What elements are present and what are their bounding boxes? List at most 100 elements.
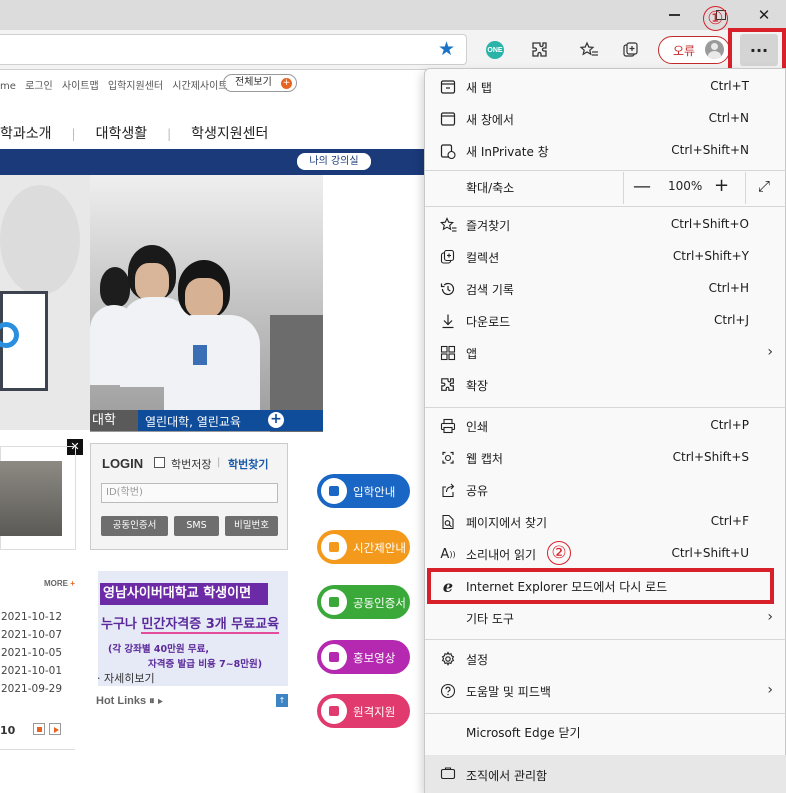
new-tab-icon (439, 78, 457, 96)
menu-item-downloads[interactable]: 다운로드 Ctrl+J (425, 306, 786, 338)
menu-item-apps[interactable]: 앱 › (425, 338, 786, 370)
certificate-login-button[interactable]: 공동인증서 (101, 516, 168, 536)
hot-links-label[interactable]: Hot Links ⏸ ▸ (96, 695, 163, 708)
favorite-star-icon[interactable]: ★ (438, 38, 455, 60)
menu-item-new-tab[interactable]: 새 탭 Ctrl+T (425, 72, 786, 104)
remote-support-button[interactable]: 원격지원 (317, 694, 410, 728)
save-id-label: 학번저장 (171, 458, 212, 471)
download-icon (439, 312, 457, 330)
list-item-date: 2021-10-01 (1, 665, 63, 677)
hero-slogan: 열린대학, 열린교육 (145, 415, 241, 429)
web-capture-icon (439, 449, 457, 467)
onenote-extension-icon[interactable]: ONE (483, 38, 507, 62)
monitor-icon (321, 698, 347, 724)
zoom-in-button[interactable]: + (714, 175, 729, 196)
parttime-info-button[interactable]: 시간제안내 (317, 530, 410, 564)
menu-item-new-inprivate[interactable]: 새 InPrivate 창 Ctrl+Shift+N (425, 136, 786, 168)
favorites-list-icon[interactable] (577, 38, 601, 62)
zoom-out-button[interactable]: — (633, 176, 651, 197)
menu-item-managed-by-org[interactable]: 조직에서 관리함 (425, 755, 786, 793)
certificate-button[interactable]: 공동인증서 (317, 585, 410, 619)
promo-video-button[interactable]: 홍보영상 (317, 640, 410, 674)
promo-banner[interactable]: 영남사이버대학교 학생이면 누구나 민간자격증 3개 무료교육 (각 강좌별 4… (98, 571, 288, 686)
banner-subtext: (각 강좌별 40만원 무료, (108, 644, 210, 655)
hero-plus-icon[interactable]: + (268, 412, 284, 428)
more-link[interactable]: MORE + (44, 579, 75, 588)
zoom-level: 100% (668, 179, 703, 193)
share-icon (439, 481, 457, 499)
sms-login-button[interactable]: SMS (174, 516, 219, 536)
extensions-icon[interactable] (528, 38, 552, 62)
top-link-admission[interactable]: 입학지원센터 (108, 81, 163, 92)
list-item-date: 2021-10-07 (1, 629, 63, 641)
my-lecture-button[interactable]: 나의 강의실 (297, 153, 371, 170)
profile-error-button[interactable]: 오류 (658, 36, 730, 64)
banner-subtext: 자격증 발급 비용 7~8만원) (148, 659, 263, 670)
id-input[interactable]: ID(학번) (101, 483, 278, 503)
banner-more-link[interactable]: · 자세히보기 (97, 670, 155, 686)
browser-toolbar: ★ ONE 오류 ··· (0, 30, 786, 70)
menu-item-close-edge[interactable]: Microsoft Edge 닫기 (425, 717, 786, 749)
annotation-highlight-box-2 (427, 568, 774, 604)
menu-item-new-window[interactable]: 새 창에서 Ctrl+N (425, 104, 786, 136)
menu-item-help[interactable]: 도움말 및 피드백 › (425, 676, 786, 708)
menu-item-collections[interactable]: 컬렉션 Ctrl+Shift+Y (425, 242, 786, 274)
nav-dept-intro[interactable]: 학과소개 (0, 126, 52, 142)
minimize-icon (668, 14, 680, 16)
news-photo[interactable] (0, 461, 62, 536)
top-link-parttime[interactable]: 시간제사이트 (172, 81, 227, 92)
settings-and-more-menu: 새 탭 Ctrl+T 새 창에서 Ctrl+N 새 InPrivate 창 Ct… (424, 68, 786, 793)
all-view-button[interactable]: 전체보기 + (223, 74, 297, 92)
stop-button[interactable] (33, 723, 45, 735)
menu-item-zoom: 확대/축소 — 100% + ⤢ (425, 172, 786, 204)
find-id-link[interactable]: 학번찾기 (228, 456, 268, 472)
history-icon (439, 280, 457, 298)
fullscreen-icon[interactable]: ⤢ (758, 177, 770, 195)
find-on-page-icon (439, 513, 457, 531)
extensions-icon (439, 376, 457, 394)
menu-item-favorites[interactable]: 즐겨찾기 Ctrl+Shift+O (425, 210, 786, 242)
menu-item-find[interactable]: 페이지에서 찾기 Ctrl+F (425, 507, 786, 539)
banner-main-text: 누구나 민간자격증 3개 무료교육 (101, 617, 280, 634)
close-icon: ✕ (757, 6, 771, 24)
list-item-date: 2021-10-05 (1, 647, 63, 659)
menu-item-more-tools[interactable]: 기타 도구 › (425, 603, 786, 635)
save-id-checkbox[interactable] (154, 457, 165, 468)
top-link-sitemap[interactable]: 사이트맵 (62, 81, 99, 92)
list-item-date: 2021-09-29 (1, 683, 63, 695)
menu-item-history[interactable]: 검색 기록 Ctrl+H (425, 274, 786, 306)
top-link-home[interactable]: me (0, 81, 16, 92)
minimize-button[interactable] (654, 0, 694, 30)
menu-item-extensions[interactable]: 확장 (425, 370, 786, 402)
address-bar[interactable] (0, 34, 467, 65)
title-bar: ✕ (0, 0, 786, 30)
ie-notice-panel (0, 175, 90, 430)
collections-icon[interactable] (619, 38, 643, 62)
hero-image (90, 175, 323, 432)
admission-info-button[interactable]: 입학안내 (317, 474, 410, 508)
main-nav: 학과소개 | 대학생활 | 학생지원센터 (0, 126, 269, 142)
webpage-content: me 로그인 사이트맵 입학지원센터 시간제사이트 전체보기 + 학과소개 | 대학… (0, 71, 424, 793)
menu-item-settings[interactable]: 설정 (425, 644, 786, 676)
login-box: LOGIN 학번저장 | 학번찾기 ID(학번) 공동인증서 SMS 비밀번호 (90, 443, 288, 550)
monitor-illustration (0, 291, 48, 391)
next-button[interactable] (49, 723, 61, 735)
nav-campus-life[interactable]: 대학생활 (96, 126, 148, 142)
top-link-login[interactable]: 로그인 (25, 81, 53, 92)
apps-icon (439, 344, 457, 362)
nav-student-support[interactable]: 학생지원센터 (191, 126, 268, 142)
banner-headline: 영남사이버대학교 학생이면 (100, 583, 268, 605)
menu-item-read-aloud[interactable]: A)) 소리내어 읽기 Ctrl+Shift+U (425, 539, 786, 571)
lock-icon (321, 589, 347, 615)
menu-item-share[interactable]: 공유 (425, 475, 786, 507)
password-login-button[interactable]: 비밀번호 (225, 516, 278, 536)
favorites-icon (439, 216, 457, 234)
close-window-button[interactable]: ✕ (744, 0, 784, 30)
scroll-top-icon[interactable]: ↑ (276, 694, 288, 707)
menu-item-print[interactable]: 인쇄 Ctrl+P (425, 411, 786, 443)
chevron-right-icon: › (767, 609, 773, 625)
gear-icon (439, 650, 457, 668)
help-icon (439, 682, 457, 700)
avatar (705, 40, 724, 59)
menu-item-web-capture[interactable]: 웹 캡처 Ctrl+Shift+S (425, 443, 786, 475)
